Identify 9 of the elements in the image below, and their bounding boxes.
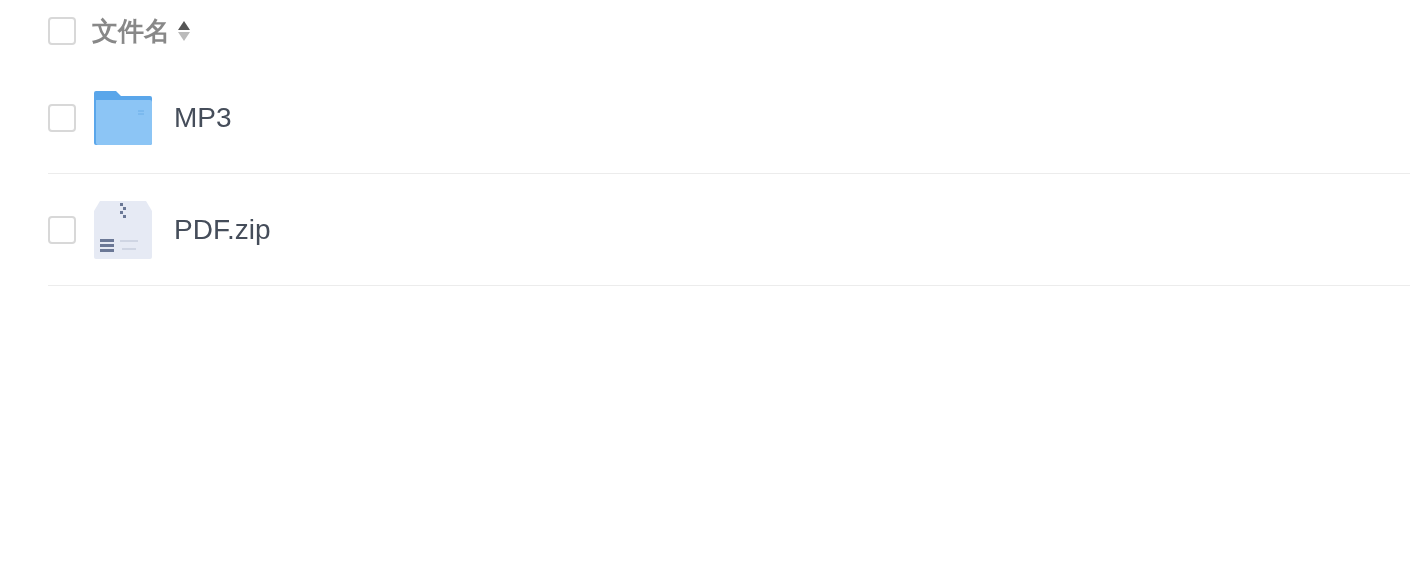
- file-name[interactable]: PDF.zip: [174, 208, 271, 251]
- sort-icon[interactable]: [178, 20, 190, 42]
- column-header[interactable]: 文件名: [92, 11, 170, 51]
- checkbox[interactable]: [48, 215, 76, 244]
- folder-icon: [94, 90, 152, 145]
- checkbox[interactable]: [48, 103, 76, 132]
- checkbox[interactable]: [48, 17, 76, 45]
- file-name[interactable]: MP3: [174, 96, 232, 139]
- zip-file-icon: [94, 200, 152, 259]
